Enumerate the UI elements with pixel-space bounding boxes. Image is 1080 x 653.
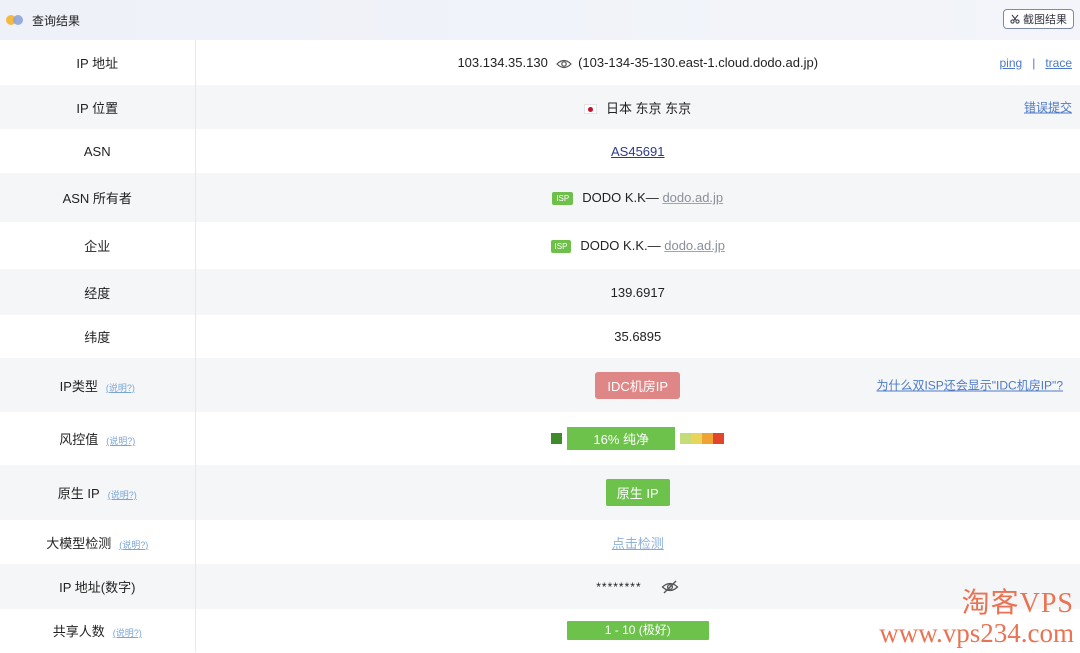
risk-hint-link[interactable]: (说明?) (106, 436, 135, 446)
company-domain-link[interactable]: dodo.ad.jp (664, 238, 725, 253)
row-label: 经度 (0, 269, 196, 315)
row-label: 纬度 (0, 315, 196, 358)
row-ip-numeric: IP 地址(数字) ******** (0, 564, 1080, 609)
report-error-link[interactable]: 错误提交 (1024, 101, 1072, 115)
row-value: ******** (195, 564, 1080, 609)
row-native-ip: 原生 IP (说明?) 原生 IP (0, 465, 1080, 520)
asn-link[interactable]: AS45691 (611, 144, 665, 159)
ip-type-label: IP类型 (59, 378, 98, 394)
ip-numeric-masked: ******** (596, 580, 642, 595)
row-value: 16% 纯净 (195, 412, 1080, 465)
native-ip-label: 原生 IP (57, 486, 100, 501)
row-label: 原生 IP (说明?) (0, 465, 196, 520)
row-value: 点击检测 (195, 520, 1080, 564)
native-ip-hint-link[interactable]: (说明?) (108, 490, 137, 500)
result-header: 查询结果 截图结果 (0, 0, 1080, 40)
trace-link[interactable]: trace (1045, 56, 1072, 70)
row-value: AS45691 (195, 129, 1080, 173)
link-separator: | (1032, 55, 1036, 70)
risk-scale (680, 433, 725, 444)
hostname-value: (103-134-35-130.east-1.cloud.dodo.ad.jp) (578, 55, 819, 70)
ip-tools: ping | trace (1000, 56, 1073, 70)
row-value: 原生 IP (195, 465, 1080, 520)
asn-owner-name: DODO K.K— (582, 189, 659, 205)
japan-flag-icon (584, 104, 598, 115)
row-ip-location: IP 位置 日本 东京 东京 错误提交 (0, 85, 1080, 129)
ip-value: 103.134.35.130 (457, 55, 548, 70)
screenshot-button-label: 截图结果 (1023, 14, 1067, 26)
row-label: 企业 (0, 222, 196, 269)
scissors-icon (1010, 14, 1020, 24)
risk-scale-segment-low (680, 433, 692, 444)
ip-type-hint-link[interactable]: (说明?) (106, 383, 135, 393)
row-latitude: 纬度 35.6895 (0, 315, 1080, 358)
eye-icon[interactable] (556, 58, 573, 70)
row-company: 企业 ISP DODO K.K.— dodo.ad.jp (0, 222, 1080, 269)
row-value: 103.134.35.130 (103-134-35-130.east-1.cl… (195, 40, 1080, 85)
row-label: 风控值 (说明?) (0, 412, 196, 465)
shared-users-hint-link[interactable]: (说明?) (113, 628, 142, 638)
screenshot-button[interactable]: 截图结果 (1003, 9, 1074, 29)
row-label: 大模型检测 (说明?) (0, 520, 196, 564)
row-value: ISP DODO K.K— dodo.ad.jp (195, 173, 1080, 222)
row-ip-address: IP 地址 103.134.35.130 (103-134-35-130.eas… (0, 40, 1080, 85)
ping-link[interactable]: ping (1000, 56, 1023, 70)
row-llm-check: 大模型检测 (说明?) 点击检测 (0, 520, 1080, 564)
row-risk: 风控值 (说明?) 16% 纯净 (0, 412, 1080, 465)
row-label: ASN (0, 129, 196, 173)
row-asn: ASN AS45691 (0, 129, 1080, 173)
row-label: 共享人数 (说明?) (0, 609, 196, 652)
risk-scale-segment-high (702, 433, 714, 444)
row-asn-owner: ASN 所有者 ISP DODO K.K— dodo.ad.jp (0, 173, 1080, 222)
row-label: IP类型 (说明?) (0, 358, 196, 412)
row-value: 日本 东京 东京 错误提交 (195, 85, 1080, 129)
row-ip-type: IP类型 (说明?) IDC机房IP 为什么双ISP还会显示"IDC机房IP"? (0, 358, 1080, 412)
llm-check-hint-link[interactable]: (说明?) (119, 540, 148, 550)
row-label: ASN 所有者 (0, 173, 196, 222)
risk-label: 风控值 (59, 432, 99, 447)
ip-type-badge: IDC机房IP (595, 371, 681, 399)
row-longitude: 经度 139.6917 (0, 269, 1080, 315)
risk-scale-segment-max (713, 433, 725, 444)
llm-check-link[interactable]: 点击检测 (612, 536, 664, 551)
company-name: DODO K.K.— (580, 237, 661, 253)
eye-off-icon[interactable] (661, 580, 679, 594)
latitude-value: 35.6895 (614, 329, 662, 344)
shared-users-bar: 1 - 10 (极好) (566, 621, 709, 640)
risk-value-bar: 16% 纯净 (567, 427, 676, 450)
shared-users-label: 共享人数 (52, 624, 105, 639)
risk-scale-segment-mid (691, 433, 703, 444)
header-title: 查询结果 (32, 13, 81, 28)
llm-check-label: 大模型检测 (46, 535, 112, 551)
row-label: IP 地址(数字) (0, 564, 196, 609)
location-tools: 错误提交 (1024, 99, 1072, 116)
row-label: IP 位置 (0, 85, 196, 129)
longitude-value: 139.6917 (195, 269, 1080, 315)
location-value: 日本 东京 东京 (605, 100, 692, 116)
asn-owner-domain-link[interactable]: dodo.ad.jp (662, 190, 723, 205)
row-value: IDC机房IP 为什么双ISP还会显示"IDC机房IP"? (195, 358, 1080, 412)
isp-tag: ISP (550, 240, 572, 254)
native-ip-badge: 原生 IP (605, 479, 670, 506)
row-shared-users: 共享人数 (说明?) 1 - 10 (极好) (0, 609, 1080, 652)
row-value: ISP DODO K.K.— dodo.ad.jp (195, 222, 1080, 269)
result-table: IP 地址 103.134.35.130 (103-134-35-130.eas… (0, 40, 1080, 652)
logo-icon (6, 14, 24, 26)
row-value: 1 - 10 (极好) (195, 609, 1080, 652)
ip-type-tools: 为什么双ISP还会显示"IDC机房IP"? (876, 377, 1063, 394)
dual-isp-question-link[interactable]: 为什么双ISP还会显示"IDC机房IP"? (876, 379, 1063, 393)
risk-level-indicator (551, 433, 563, 444)
isp-tag: ISP (552, 192, 574, 206)
risk-meter: 16% 纯净 (551, 427, 725, 450)
row-label: IP 地址 (0, 40, 196, 85)
